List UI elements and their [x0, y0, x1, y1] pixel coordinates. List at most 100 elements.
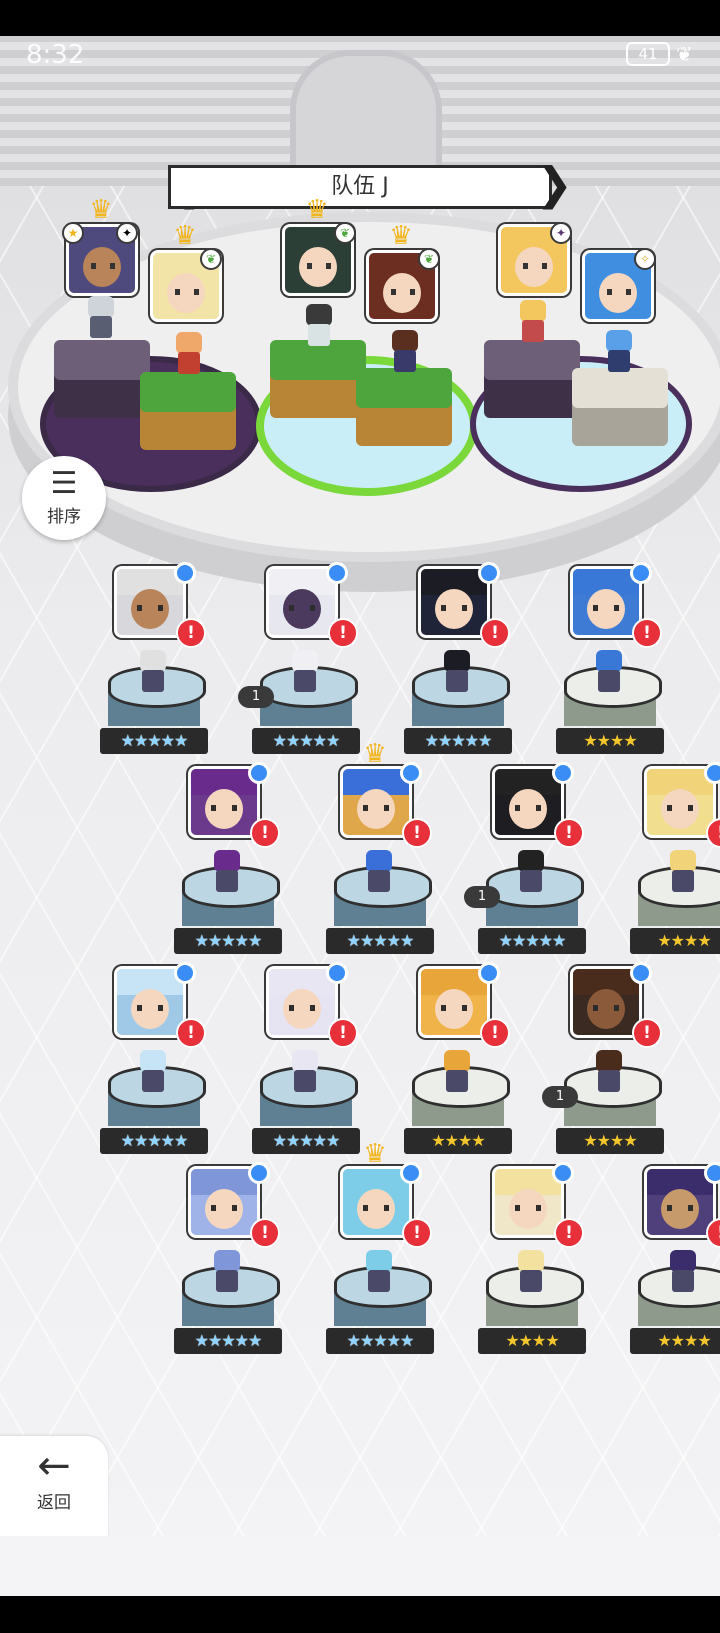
- sprite-head: [444, 1050, 470, 1072]
- crown-icon: ♛: [363, 739, 387, 769]
- hero-sprite: [208, 1250, 244, 1294]
- duplicate-count-badge: 1: [238, 686, 274, 708]
- new-indicator-dot: [630, 962, 652, 984]
- hero-eyes: [137, 1005, 163, 1011]
- hero-card[interactable]: ! ★★★★★ 1: [238, 562, 362, 776]
- new-indicator-dot: [248, 762, 270, 784]
- status-bar: [0, 0, 720, 36]
- hero-card[interactable]: ! ★★★★★: [252, 962, 362, 1176]
- star-rating: ★★★★: [556, 728, 664, 754]
- hero-card[interactable]: ! ★★★★: [404, 962, 514, 1176]
- footer-bar: [0, 1536, 720, 1596]
- warning-icon: !: [480, 1018, 510, 1048]
- hero-eyes: [137, 605, 163, 611]
- star-rating: ★★★★★: [326, 1328, 434, 1354]
- sprite-body: [142, 1070, 164, 1092]
- warning-icon: !: [176, 618, 206, 648]
- new-indicator-dot: [400, 1162, 422, 1184]
- warning-icon: !: [328, 618, 358, 648]
- hero-sprite: [286, 1050, 322, 1094]
- sprite-body: [520, 870, 542, 892]
- new-indicator-dot: [552, 1162, 574, 1184]
- hero-sprite: [590, 1050, 626, 1094]
- hero-card[interactable]: ! ★★★★★: [404, 562, 514, 776]
- hero-eyes: [593, 1005, 619, 1011]
- hero-card[interactable]: ! ★★★★★: [174, 762, 284, 976]
- star-rating: ★★★★: [630, 1328, 720, 1354]
- crown-icon: ♛: [389, 221, 413, 251]
- warning-icon: !: [402, 818, 432, 848]
- sprite-head: [596, 650, 622, 672]
- new-indicator-dot: [478, 562, 500, 584]
- crown-icon: ♛: [363, 1139, 387, 1169]
- star-rating: ★★★★: [630, 928, 720, 954]
- new-indicator-dot: [326, 562, 348, 584]
- back-button[interactable]: ← 返回: [0, 1436, 108, 1536]
- warning-icon: !: [250, 1218, 280, 1248]
- hero-eyes: [289, 605, 315, 611]
- hero-eyes: [289, 1005, 315, 1011]
- new-indicator-dot: [400, 762, 422, 784]
- hero-sprite: [438, 1050, 474, 1094]
- star-rating: ★★★★: [556, 1128, 664, 1154]
- sprite-head: [140, 650, 166, 672]
- hero-card[interactable]: ! ★★★★: [630, 1162, 720, 1376]
- hero-card[interactable]: ! ★★★★: [478, 1162, 588, 1376]
- sprite-head: [140, 1050, 166, 1072]
- sprite-head: [214, 1250, 240, 1272]
- block-grass: [140, 372, 236, 452]
- hero-card[interactable]: ! ★★★★ 1: [542, 962, 666, 1176]
- next-team-arrow[interactable]: ❯: [536, 162, 573, 212]
- earth-element-icon: ❦: [418, 248, 440, 270]
- sprite-body: [216, 1270, 238, 1292]
- hero-card[interactable]: ! ★★★★: [556, 562, 666, 776]
- sort-button[interactable]: ☰ 排序: [22, 456, 106, 540]
- sprite-body: [216, 870, 238, 892]
- warning-icon: !: [402, 1218, 432, 1248]
- sprite-head: [518, 850, 544, 872]
- team-title: 队伍 J: [168, 165, 552, 209]
- dark-element-icon: ✦: [550, 222, 572, 244]
- hero-eyes: [441, 605, 467, 611]
- earth-element-icon: ❦: [334, 222, 356, 244]
- duplicate-count-badge: 1: [464, 886, 500, 908]
- star-rating: ★★★★: [478, 1328, 586, 1354]
- hero-card[interactable]: ! ★★★★: [630, 762, 720, 976]
- star-rating: ★★★★: [404, 1128, 512, 1154]
- sprite-body: [368, 870, 390, 892]
- star-rating: ★★★★★: [252, 728, 360, 754]
- hero-card[interactable]: ! ★★★★★: [100, 962, 210, 1176]
- hero-card[interactable]: ! ★★★★★ ♛: [326, 1141, 436, 1376]
- duplicate-count-badge: 1: [542, 1086, 578, 1108]
- hero-eyes: [593, 605, 619, 611]
- hero-sprite: [512, 1250, 548, 1294]
- eco-mode-icon: ❦: [676, 42, 693, 66]
- hero-eyes: [667, 805, 693, 811]
- earth-element-icon: ❦: [200, 248, 222, 270]
- sprite-head: [518, 1250, 544, 1272]
- team-hero-sprite: [600, 330, 636, 374]
- block-stone: [572, 368, 668, 448]
- sprite-body: [520, 1270, 542, 1292]
- hero-card[interactable]: ! ★★★★★: [174, 1162, 284, 1376]
- hero-eyes: [515, 805, 541, 811]
- star-rating: ★★★★★: [174, 1328, 282, 1354]
- team-hero-sprite: [514, 300, 550, 344]
- sort-label: 排序: [47, 507, 81, 527]
- sprite-body: [672, 870, 694, 892]
- hero-card[interactable]: ! ★★★★★ 1: [464, 762, 588, 976]
- hero-eyes: [515, 1205, 541, 1211]
- nav-bar: [0, 1596, 720, 1633]
- block-grass: [270, 340, 366, 420]
- warning-icon: !: [632, 618, 662, 648]
- team-hero-sprite: [386, 330, 422, 374]
- hero-card[interactable]: ! ★★★★★ ♛: [326, 741, 436, 976]
- hero-sprite: [360, 1250, 396, 1294]
- hero-sprite: [360, 850, 396, 894]
- hero-card[interactable]: ! ★★★★★: [100, 562, 210, 776]
- hero-eyes: [363, 1205, 389, 1211]
- sprite-head: [214, 850, 240, 872]
- warning-icon: !: [632, 1018, 662, 1048]
- warning-icon: !: [480, 618, 510, 648]
- new-indicator-dot: [248, 1162, 270, 1184]
